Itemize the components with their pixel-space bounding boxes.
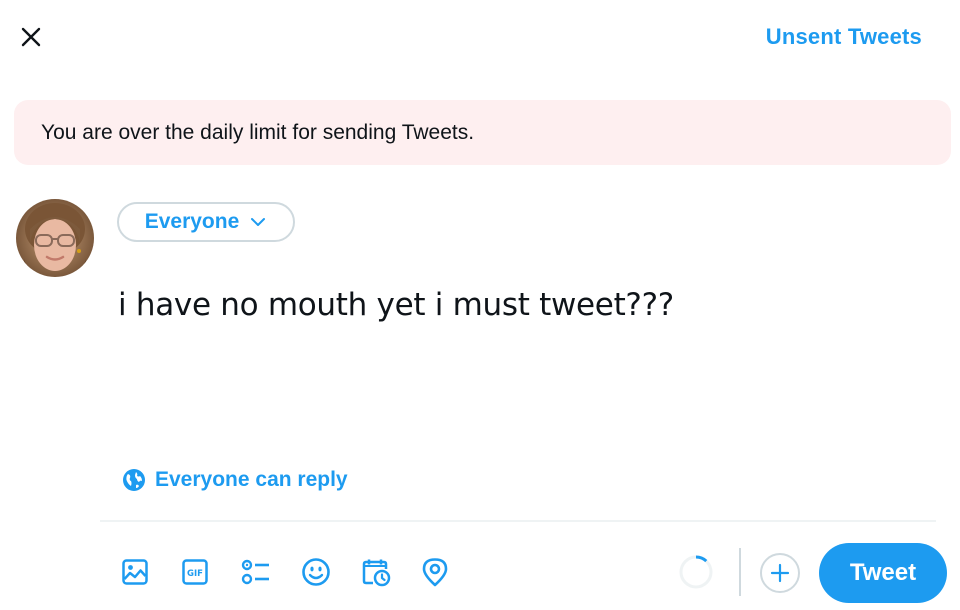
- audience-selector-button[interactable]: Everyone: [117, 202, 295, 242]
- tweet-button-label: Tweet: [849, 559, 917, 586]
- close-icon: [21, 27, 41, 47]
- location-icon: [422, 558, 448, 587]
- audience-label: Everyone: [144, 210, 240, 233]
- schedule-button[interactable]: [350, 552, 410, 592]
- gif-glyph: GIF: [187, 569, 203, 579]
- reply-setting-label: Everyone can reply: [155, 468, 348, 491]
- avatar[interactable]: [16, 199, 94, 277]
- emoji-button[interactable]: [290, 552, 350, 592]
- alert-message: You are over the daily limit for sending…: [41, 120, 475, 144]
- divider: [100, 520, 936, 522]
- progress-track: [679, 555, 713, 589]
- globe-icon: [123, 469, 145, 491]
- gif-icon: GIF: [182, 559, 208, 585]
- avatar-image: [16, 199, 94, 277]
- emoji-icon: [302, 558, 330, 586]
- character-progress-ring: [679, 555, 713, 589]
- close-button[interactable]: [14, 20, 48, 54]
- tweet-button[interactable]: Tweet: [819, 543, 947, 603]
- poll-button[interactable]: [230, 552, 290, 592]
- add-tweet-button[interactable]: [760, 553, 800, 593]
- chevron-down-icon: [251, 218, 266, 226]
- tweet-text-input[interactable]: i have no mouth yet i must tweet???: [118, 283, 918, 327]
- unsent-tweets-link[interactable]: Unsent Tweets: [766, 24, 922, 50]
- schedule-icon: [362, 559, 391, 587]
- media-button[interactable]: [110, 552, 170, 592]
- gif-button[interactable]: GIF: [170, 552, 230, 592]
- location-button[interactable]: [410, 552, 470, 592]
- plus-icon: [770, 563, 790, 583]
- composer-toolbar: GIF: [110, 552, 470, 592]
- toolbar-separator: [739, 548, 741, 596]
- reply-setting-button[interactable]: Everyone can reply: [122, 468, 348, 492]
- daily-limit-alert: You are over the daily limit for sending…: [14, 100, 951, 165]
- poll-icon: [241, 559, 269, 585]
- image-icon: [122, 559, 148, 585]
